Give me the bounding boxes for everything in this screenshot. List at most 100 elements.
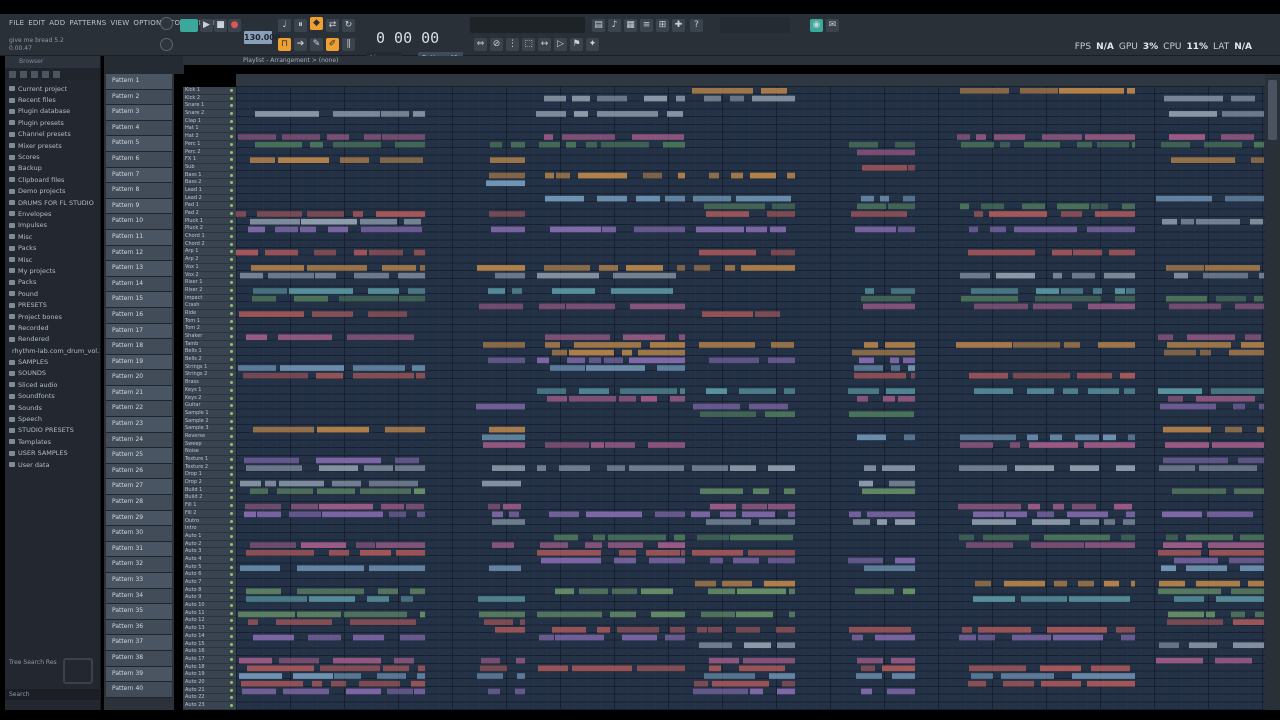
clip[interactable]	[960, 434, 1016, 441]
clip[interactable]	[725, 265, 735, 271]
clip[interactable]	[243, 372, 308, 379]
clip[interactable]	[960, 203, 969, 210]
zoom-icon[interactable]: ⇔	[474, 38, 487, 51]
clip[interactable]	[586, 365, 645, 371]
clip[interactable]	[641, 396, 657, 402]
clip[interactable]	[1013, 342, 1060, 348]
clip[interactable]	[736, 195, 791, 202]
clip[interactable]	[1248, 580, 1264, 587]
browser-item[interactable]: Backup	[9, 163, 100, 174]
clip[interactable]	[283, 688, 329, 695]
clip[interactable]	[1163, 457, 1228, 464]
clip[interactable]	[1069, 596, 1130, 602]
clip[interactable]	[545, 195, 584, 202]
metronome-icon[interactable]: ♩	[278, 19, 291, 32]
pattern-item[interactable]: Pattern 1	[106, 74, 172, 90]
track-header[interactable]: Bells 1	[183, 348, 236, 357]
pattern-item[interactable]: Pattern 14	[106, 276, 172, 293]
clip[interactable]	[597, 627, 610, 633]
pattern-item[interactable]: Pattern 13	[106, 261, 172, 277]
clip[interactable]	[709, 172, 719, 179]
clip[interactable]	[307, 211, 344, 217]
clip[interactable]	[1033, 303, 1072, 310]
clip[interactable]	[746, 226, 767, 233]
pattern-item[interactable]: Pattern 2	[106, 89, 172, 106]
clip[interactable]	[238, 611, 295, 618]
clip[interactable]	[1131, 580, 1135, 587]
pattern-item[interactable]: Pattern 7	[106, 167, 172, 184]
clip[interactable]	[1072, 503, 1096, 510]
clip[interactable]	[278, 334, 332, 341]
clip[interactable]	[404, 218, 421, 225]
clip[interactable]	[246, 588, 281, 595]
clip[interactable]	[346, 688, 381, 695]
clip[interactable]	[855, 588, 894, 595]
clip[interactable]	[1186, 565, 1227, 572]
clip[interactable]	[483, 442, 525, 448]
clip[interactable]	[739, 388, 776, 394]
clip[interactable]	[1124, 388, 1135, 394]
track-header[interactable]: Lead 1	[183, 187, 236, 195]
browser-item[interactable]: Misc	[9, 254, 100, 265]
clip[interactable]	[512, 288, 522, 294]
clip[interactable]	[617, 627, 659, 633]
clip[interactable]	[307, 265, 367, 271]
browser-item[interactable]: Plugin presets	[9, 117, 100, 128]
clip[interactable]	[1037, 511, 1054, 518]
clip[interactable]	[413, 111, 425, 117]
clip[interactable]	[1126, 288, 1135, 294]
track-header[interactable]: Auto 21	[183, 687, 236, 695]
track-header[interactable]: Auto 15	[183, 641, 236, 649]
track-header[interactable]: Auto 23	[183, 702, 236, 710]
clip[interactable]	[479, 611, 525, 618]
clip[interactable]	[731, 172, 743, 179]
clip[interactable]	[491, 226, 525, 233]
clip[interactable]	[353, 365, 405, 371]
clip[interactable]	[701, 611, 735, 618]
clip[interactable]	[1109, 249, 1135, 256]
track-header[interactable]: Snare 1	[183, 102, 236, 111]
track-header[interactable]: Bells 2	[183, 356, 236, 364]
clip[interactable]	[859, 480, 873, 487]
clip[interactable]	[959, 634, 976, 641]
clip[interactable]	[282, 134, 320, 140]
clip[interactable]	[240, 272, 263, 279]
clip[interactable]	[332, 480, 361, 487]
clip[interactable]	[765, 411, 795, 418]
clip[interactable]	[1181, 218, 1194, 225]
clip[interactable]	[681, 550, 685, 556]
clip[interactable]	[706, 388, 727, 394]
pattern-item[interactable]: Pattern 40	[106, 682, 172, 698]
clip[interactable]	[657, 365, 685, 371]
pattern-item[interactable]: Pattern 25	[106, 448, 172, 464]
clip[interactable]	[1159, 465, 1195, 471]
clip[interactable]	[622, 349, 632, 356]
clip[interactable]	[396, 550, 425, 556]
browser-item[interactable]: Channel presets	[9, 129, 100, 140]
stop-icon[interactable]: ■	[214, 19, 227, 32]
clip[interactable]	[242, 688, 276, 695]
clip[interactable]	[544, 265, 590, 271]
clip[interactable]	[667, 111, 683, 117]
track-header[interactable]: Riser 1	[183, 279, 236, 287]
channel-rack-icon[interactable]: ▦	[624, 19, 637, 32]
clip[interactable]	[276, 619, 332, 625]
track-header[interactable]: Auto 20	[183, 679, 236, 687]
clip[interactable]	[492, 511, 503, 518]
clip[interactable]	[853, 519, 870, 525]
clip[interactable]	[327, 134, 349, 140]
clip[interactable]	[736, 627, 760, 633]
clip[interactable]	[976, 134, 986, 140]
track-header[interactable]: Arp 1	[183, 248, 236, 257]
clip[interactable]	[238, 365, 276, 371]
clip[interactable]	[291, 503, 318, 510]
clip[interactable]	[730, 95, 744, 102]
clip[interactable]	[1164, 95, 1223, 102]
clip[interactable]	[556, 172, 570, 179]
clip[interactable]	[301, 542, 346, 548]
track-header[interactable]: Auto 17	[183, 656, 236, 664]
track-header[interactable]: Strings 2	[183, 371, 236, 380]
pattern-item[interactable]: Pattern 4	[106, 120, 172, 137]
clip[interactable]	[752, 95, 795, 102]
browser-star-icon[interactable]	[42, 70, 49, 78]
